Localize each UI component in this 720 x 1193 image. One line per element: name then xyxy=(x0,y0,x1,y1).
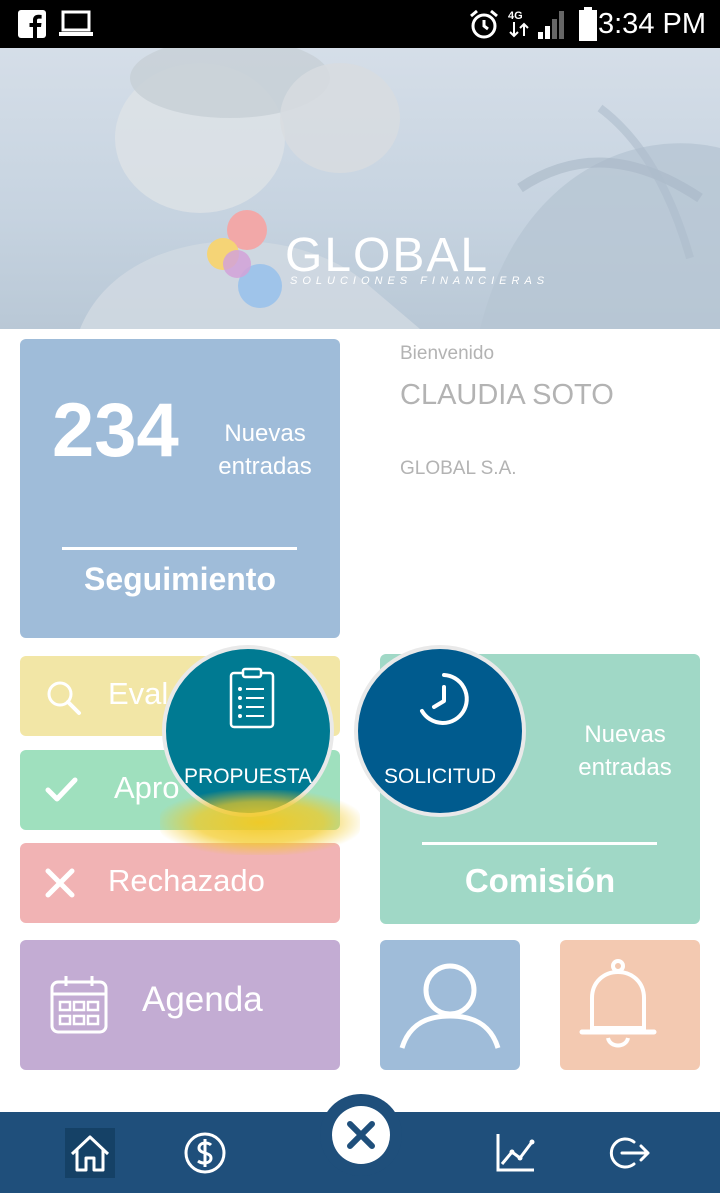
greeting-label: Bienvenido xyxy=(400,343,495,364)
close-menu-button[interactable] xyxy=(320,1094,402,1176)
nav-stats[interactable] xyxy=(490,1128,540,1178)
bell-icon xyxy=(579,959,657,1048)
seguimiento-tile[interactable]: 234 Nuevas entradas Seguimiento xyxy=(20,339,340,638)
solicitud-button[interactable]: SOLICITUD xyxy=(354,645,526,817)
network-type: 4G xyxy=(508,10,523,22)
agenda-tile[interactable]: Agenda xyxy=(20,940,340,1070)
facebook-icon xyxy=(18,10,46,38)
status-time: 3:34 PM xyxy=(598,8,706,40)
dollar-icon xyxy=(184,1132,226,1174)
divider xyxy=(62,547,297,550)
close-icon xyxy=(45,868,75,898)
welcome-panel: Bienvenido CLAUDIA SOTO GLOBAL S.A. xyxy=(400,343,614,480)
notifications-tile[interactable] xyxy=(560,940,700,1070)
clipboard-icon xyxy=(229,667,275,729)
data-arrows-icon xyxy=(509,22,529,38)
comision-title: Comisión xyxy=(464,862,616,899)
agenda-label: Agenda xyxy=(142,980,263,1019)
propuesta-label: PROPUESTA xyxy=(184,765,312,788)
clock-icon xyxy=(420,673,469,725)
user-icon xyxy=(399,963,501,1049)
chart-icon xyxy=(496,1134,535,1172)
check-icon xyxy=(45,777,78,802)
seguimiento-title: Seguimiento xyxy=(83,561,276,597)
hero-banner: GLOBAL SOLUCIONES FINANCIERAS xyxy=(0,48,720,329)
close-button-face xyxy=(332,1106,390,1164)
nav-logout[interactable] xyxy=(604,1128,654,1178)
user-name: CLAUDIA SOTO xyxy=(400,379,614,411)
alarm-icon xyxy=(470,9,498,39)
new-entries-label: Nuevas entradas xyxy=(578,721,672,781)
global-logo-icon xyxy=(207,210,282,308)
evaluacion-label: Eval xyxy=(108,676,169,711)
rechazado-label: Rechazado xyxy=(108,863,265,898)
brand-tagline: SOLUCIONES FINANCIERAS xyxy=(290,275,550,287)
highlight-smudge xyxy=(160,790,360,855)
nav-home[interactable] xyxy=(65,1128,115,1178)
laptop-icon xyxy=(59,10,93,36)
solicitud-label: SOLICITUD xyxy=(383,765,496,788)
logout-icon xyxy=(609,1137,650,1169)
new-entries-count: 234 xyxy=(52,388,179,473)
new-entries-label: Nuevas entradas xyxy=(218,420,312,480)
search-icon xyxy=(47,681,81,715)
nav-payments[interactable] xyxy=(180,1128,230,1178)
home-icon xyxy=(70,1135,110,1172)
rechazado-tile[interactable]: Rechazado xyxy=(20,843,340,923)
status-bar: 4G 3:34 PM xyxy=(0,0,720,48)
close-icon xyxy=(347,1121,375,1149)
calendar-icon xyxy=(50,976,108,1034)
company-name: GLOBAL S.A. xyxy=(400,458,517,479)
signal-icon xyxy=(538,11,564,39)
battery-icon xyxy=(579,7,597,41)
divider xyxy=(422,842,657,845)
profile-tile[interactable] xyxy=(380,940,520,1070)
